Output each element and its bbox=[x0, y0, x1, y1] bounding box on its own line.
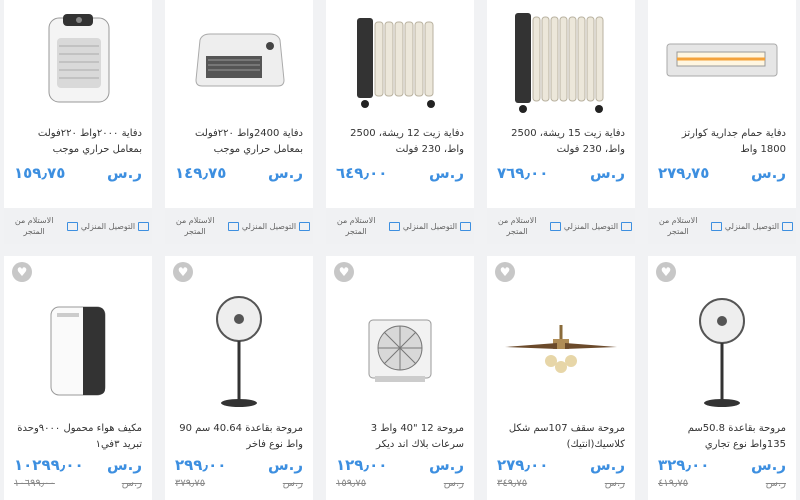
product-title[interactable]: مروحة سقف 107سم شكل كلاسيك(انتيك) bbox=[497, 421, 625, 453]
product-price: ر.س ١٥٩٫٧٥ bbox=[14, 164, 142, 182]
product-card[interactable]: دفاية زيت 15 ريشة، 2500 واط، 230 فولت ر.… bbox=[487, 0, 635, 244]
product-card[interactable]: ♥ مروحة سقف 107سم شكل كلاسيك(انتيك) ر.س ٢… bbox=[487, 256, 635, 500]
shipping-options: التوصيل المنزلي الاستلام من المتجر bbox=[648, 208, 796, 244]
delivery-option[interactable]: التوصيل المنزلي bbox=[400, 208, 474, 244]
product-price: ر.س ١٢٩٫٠٠ bbox=[336, 456, 464, 474]
product-card[interactable]: ♥ مروحة 12 "40 واط 3 سرعات بلاك اند ديكر… bbox=[326, 256, 474, 500]
stand-fan-icon[interactable] bbox=[165, 276, 313, 426]
product-title[interactable]: مكيف هواء محمول ٩٠٠٠وحدة تبريد ٣في١ bbox=[14, 421, 142, 453]
shipping-options: التوصيل المنزلي الاستلام من المتجر bbox=[326, 208, 474, 244]
shipping-options: التوصيل المنزلي الاستلام من المتجر bbox=[4, 208, 152, 244]
pickup-option[interactable]: الاستلام من المتجر bbox=[326, 208, 400, 244]
old-price: ر.س ٤١٩٫٧٥ bbox=[658, 478, 786, 489]
product-card[interactable]: ♥ مكيف هواء محمول ٩٠٠٠وحدة تبريد ٣في١ ر.… bbox=[4, 256, 152, 500]
store-icon bbox=[550, 221, 561, 231]
fan-heater-icon[interactable] bbox=[165, 0, 313, 120]
product-price: ر.س ٦٤٩٫٠٠ bbox=[336, 164, 464, 182]
store-icon bbox=[67, 221, 78, 231]
pickup-option[interactable]: الاستلام من المتجر bbox=[487, 208, 561, 244]
truck-icon bbox=[782, 221, 794, 231]
product-price: ر.س ٢٩٩٫٠٠ bbox=[175, 456, 303, 474]
delivery-option[interactable]: التوصيل المنزلي bbox=[722, 208, 796, 244]
product-price: ر.س ٢٧٩٫٠٠ bbox=[497, 456, 625, 474]
product-title[interactable]: مروحة بقاعدة 40.64 سم 90 واط نوع فاخر bbox=[175, 421, 303, 453]
truck-icon bbox=[621, 221, 633, 231]
product-title[interactable]: دفاية 2400واط ٢٢٠فولت بمعامل حراري موجب bbox=[175, 126, 303, 158]
product-price: ر.س ٣٢٩٫٠٠ bbox=[658, 456, 786, 474]
old-price: ر.س ٣٧٩٫٧٥ bbox=[175, 478, 303, 489]
portable-ac-icon[interactable] bbox=[4, 276, 152, 426]
oil-heater-icon[interactable] bbox=[326, 0, 474, 120]
product-card[interactable]: ♥ مروحة بقاعدة 40.64 سم 90 واط نوع فاخر … bbox=[165, 256, 313, 500]
product-title[interactable]: مروحة بقاعدة 50.8سم 135واط نوع تجاري bbox=[658, 421, 786, 453]
shipping-options: التوصيل المنزلي الاستلام من المتجر bbox=[165, 208, 313, 244]
delivery-option[interactable]: التوصيل المنزلي bbox=[239, 208, 313, 244]
product-card[interactable]: دفاية زيت 12 ريشة، 2500 واط، 230 فولت ر.… bbox=[326, 0, 474, 244]
product-price: ر.س ٢٧٩٫٧٥ bbox=[658, 164, 786, 182]
product-title[interactable]: دفاية زيت 12 ريشة، 2500 واط، 230 فولت bbox=[336, 126, 464, 158]
product-title[interactable]: دفاية حمام جدارية كوارتز 1800 واط bbox=[658, 126, 786, 158]
oil-heater-icon[interactable] bbox=[487, 0, 635, 120]
store-icon bbox=[228, 221, 239, 231]
delivery-option[interactable]: التوصيل المنزلي bbox=[561, 208, 635, 244]
product-price: ر.س ٧٦٩٫٠٠ bbox=[497, 164, 625, 182]
store-icon bbox=[711, 221, 722, 231]
pickup-option[interactable]: الاستلام من المتجر bbox=[4, 208, 78, 244]
product-title[interactable]: دفاية ٢٠٠٠واط ٢٢٠فولت بمعامل حراري موجب bbox=[14, 126, 142, 158]
delivery-option[interactable]: التوصيل المنزلي bbox=[78, 208, 152, 244]
product-price: ر.س ١٤٩٫٧٥ bbox=[175, 164, 303, 182]
truck-icon bbox=[138, 221, 150, 231]
product-grid: دفاية حمام جدارية كوارتز 1800 واط ر.س ٢٧٩… bbox=[0, 0, 800, 500]
product-card[interactable]: دفاية حمام جدارية كوارتز 1800 واط ر.س ٢٧٩… bbox=[648, 0, 796, 244]
pickup-option[interactable]: الاستلام من المتجر bbox=[165, 208, 239, 244]
product-card[interactable]: دفاية 2400واط ٢٢٠فولت بمعامل حراري موجب … bbox=[165, 0, 313, 244]
quartz-heater-icon[interactable] bbox=[648, 0, 796, 120]
store-icon bbox=[389, 221, 400, 231]
old-price: ر.س ٣٤٩٫٧٥ bbox=[497, 478, 625, 489]
product-title[interactable]: مروحة 12 "40 واط 3 سرعات بلاك اند ديكر bbox=[336, 421, 464, 453]
product-card[interactable]: ♥ مروحة بقاعدة 50.8سم 135واط نوع تجاري ر… bbox=[648, 256, 796, 500]
fan-heater-icon[interactable] bbox=[4, 0, 152, 120]
product-price: ر.س ١٠٢٩٩٫٠٠ bbox=[14, 456, 142, 474]
old-price: ر.س ١٠٦٩٩٫٠٠ bbox=[14, 478, 142, 489]
shipping-options: التوصيل المنزلي الاستلام من المتجر bbox=[487, 208, 635, 244]
pickup-option[interactable]: الاستلام من المتجر bbox=[648, 208, 722, 244]
old-price: ر.س ١٥٩٫٧٥ bbox=[336, 478, 464, 489]
box-fan-icon[interactable] bbox=[326, 276, 474, 426]
stand-fan-icon[interactable] bbox=[648, 276, 796, 426]
truck-icon bbox=[460, 221, 472, 231]
truck-icon bbox=[299, 221, 311, 231]
ceiling-fan-icon[interactable] bbox=[487, 276, 635, 426]
product-title[interactable]: دفاية زيت 15 ريشة، 2500 واط، 230 فولت bbox=[497, 126, 625, 158]
product-card[interactable]: دفاية ٢٠٠٠واط ٢٢٠فولت بمعامل حراري موجب … bbox=[4, 0, 152, 244]
